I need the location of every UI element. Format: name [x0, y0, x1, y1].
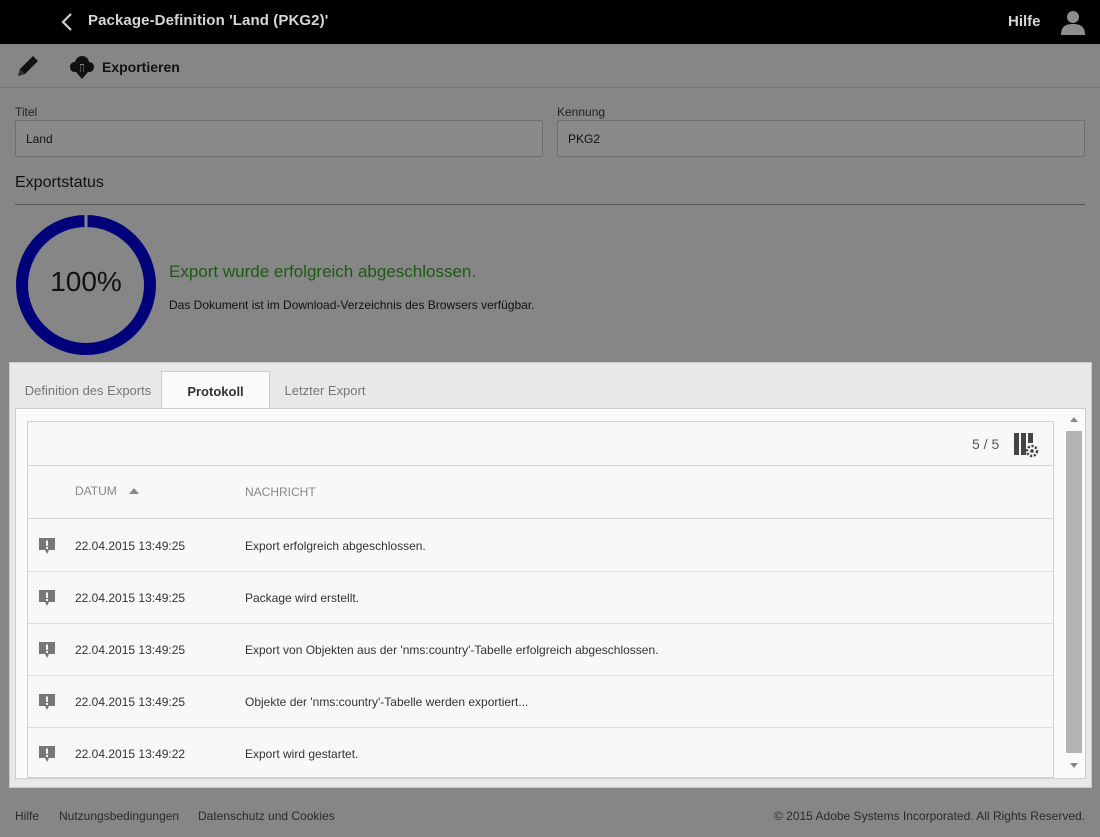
- tab-bar: Definition des Exports Protokoll Letzter…: [10, 363, 1091, 409]
- row-date: 22.04.2015 13:49:25: [75, 643, 186, 657]
- table-toolbar: 5 / 5: [28, 422, 1053, 466]
- scroll-up-arrow-icon[interactable]: [1070, 417, 1078, 422]
- title-label: Titel: [15, 105, 38, 119]
- footer-link-privacy[interactable]: Datenschutz und Cookies: [198, 809, 335, 823]
- info-message-icon: [39, 642, 55, 658]
- pencil-icon[interactable]: [15, 53, 43, 79]
- tab-export-definition[interactable]: Definition des Exports: [15, 371, 161, 409]
- row-date: 22.04.2015 13:49:25: [75, 591, 186, 605]
- vertical-scrollbar[interactable]: [1065, 413, 1083, 773]
- table-header: DATUM NACHRICHT: [28, 467, 1053, 519]
- export-button[interactable]: Exportieren: [68, 53, 180, 81]
- info-message-icon: [39, 590, 55, 606]
- table-row[interactable]: 22.04.2015 13:49:25 Export von Objekten …: [28, 624, 1053, 676]
- row-message: Export wird gestartet.: [245, 747, 359, 761]
- row-message: Objekte der 'nms:country'-Tabelle werden…: [245, 695, 529, 709]
- footer-link-help[interactable]: Hilfe: [15, 809, 39, 823]
- status-sub-message: Das Dokument ist im Download-Verzeichnis…: [169, 298, 535, 312]
- tab-protokoll[interactable]: Protokoll: [161, 371, 270, 409]
- info-message-icon: [39, 694, 55, 710]
- table-row[interactable]: 22.04.2015 13:49:25 Objekte der 'nms:cou…: [28, 676, 1053, 728]
- top-bar: Package-Definition 'Land (PKG2)' Hilfe: [0, 0, 1100, 44]
- tab-panel: Definition des Exports Protokoll Letzter…: [9, 362, 1092, 788]
- column-settings-icon[interactable]: [1013, 432, 1039, 458]
- export-status-heading: Exportstatus: [15, 174, 104, 191]
- cloud-download-icon: [70, 56, 94, 79]
- export-label: Exportieren: [102, 59, 180, 75]
- record-count: 5 / 5: [972, 436, 1000, 452]
- title-field[interactable]: Land: [15, 120, 543, 157]
- page-title: Package-Definition 'Land (PKG2)': [88, 12, 329, 29]
- info-message-icon: [39, 746, 55, 762]
- scroll-down-arrow-icon[interactable]: [1070, 763, 1078, 768]
- table-row[interactable]: 22.04.2015 13:49:25 Export erfolgreich a…: [28, 520, 1053, 572]
- table-row[interactable]: 22.04.2015 13:49:25 Package wird erstell…: [28, 572, 1053, 624]
- id-field[interactable]: PKG2: [557, 120, 1085, 157]
- status-message: Export wurde erfolgreich abgeschlossen.: [169, 262, 477, 281]
- column-header-message[interactable]: NACHRICHT: [245, 485, 316, 499]
- scroll-thumb[interactable]: [1066, 431, 1082, 753]
- table-row[interactable]: 22.04.2015 13:49:22 Export wird gestarte…: [28, 728, 1053, 777]
- id-label: Kennung: [557, 105, 606, 119]
- footer-link-terms[interactable]: Nutzungsbedingungen: [59, 809, 179, 823]
- row-message: Export erfolgreich abgeschlossen.: [245, 539, 426, 553]
- row-date: 22.04.2015 13:49:25: [75, 695, 186, 709]
- tab-last-export[interactable]: Letzter Export: [270, 371, 380, 409]
- row-message: Export von Objekten aus der 'nms:country…: [245, 643, 659, 657]
- copyright-text: © 2015 Adobe Systems Incorporated. All R…: [773, 809, 1085, 823]
- row-message: Package wird erstellt.: [245, 591, 360, 605]
- back-arrow-icon[interactable]: [58, 11, 78, 33]
- info-message-icon: [39, 538, 55, 554]
- toolbar: Exportieren: [0, 44, 1100, 88]
- row-date: 22.04.2015 13:49:22: [75, 747, 186, 761]
- progress-percent: 100%: [50, 266, 122, 297]
- column-header-date[interactable]: DATUM: [75, 484, 117, 498]
- user-avatar-icon[interactable]: [1060, 9, 1086, 35]
- help-link[interactable]: Hilfe: [1008, 13, 1041, 30]
- log-table: 5 / 5 DATUM NACHRICHT 22.04.2015 13:49:2…: [27, 421, 1054, 778]
- tab-content: 5 / 5 DATUM NACHRICHT 22.04.2015 13:49:2…: [15, 408, 1086, 779]
- section-divider: [15, 204, 1085, 205]
- sort-ascending-icon[interactable]: [129, 488, 139, 494]
- row-date: 22.04.2015 13:49:25: [75, 539, 186, 553]
